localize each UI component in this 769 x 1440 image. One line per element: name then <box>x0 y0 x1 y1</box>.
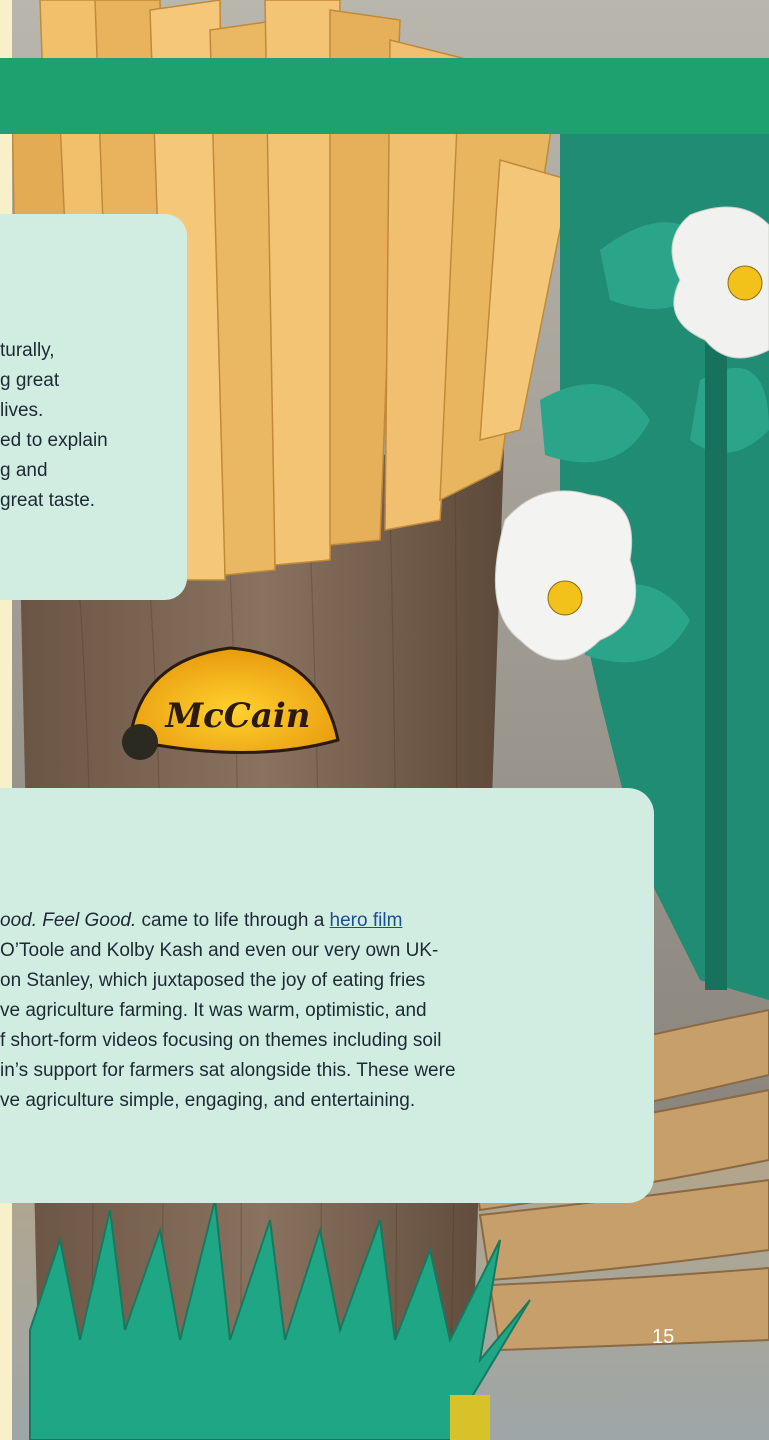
mccain-logo-text: McCain <box>165 696 311 736</box>
page-number: 15 <box>652 1326 675 1348</box>
intro-text: turally, g great lives. ed to explain g … <box>0 336 200 516</box>
campaign-line-1: ood. Feel Good. came to life through a h… <box>0 906 660 936</box>
intro-line: ed to explain <box>0 430 108 451</box>
campaign-line: f short-form videos focusing on themes i… <box>0 1030 442 1051</box>
intro-line: g great <box>0 370 60 391</box>
hero-film-link[interactable]: hero film <box>330 910 403 931</box>
campaign-line: on Stanley, which juxtaposed the joy of … <box>0 970 426 991</box>
campaign-line-text: came to life through a <box>136 910 330 931</box>
header-banner <box>0 58 769 134</box>
campaign-text: ood. Feel Good. came to life through a h… <box>0 906 660 1116</box>
intro-line: g and <box>0 460 48 481</box>
campaign-line: ve agriculture farming. It was warm, opt… <box>0 1000 427 1021</box>
campaign-tagline: ood. Feel Good. <box>0 910 137 931</box>
campaign-line: ve agriculture simple, engaging, and ent… <box>0 1090 416 1111</box>
campaign-text-card: ood. Feel Good. came to life through a h… <box>0 788 654 1203</box>
campaign-line: O’Toole and Kolby Kash and even our very… <box>0 940 439 961</box>
campaign-line: in’s support for farmers sat alongside t… <box>0 1060 456 1081</box>
intro-line: turally, <box>0 340 55 361</box>
intro-text-card: turally, g great lives. ed to explain g … <box>0 214 187 600</box>
intro-line: great taste. <box>0 490 96 511</box>
intro-line: lives. <box>0 400 44 421</box>
